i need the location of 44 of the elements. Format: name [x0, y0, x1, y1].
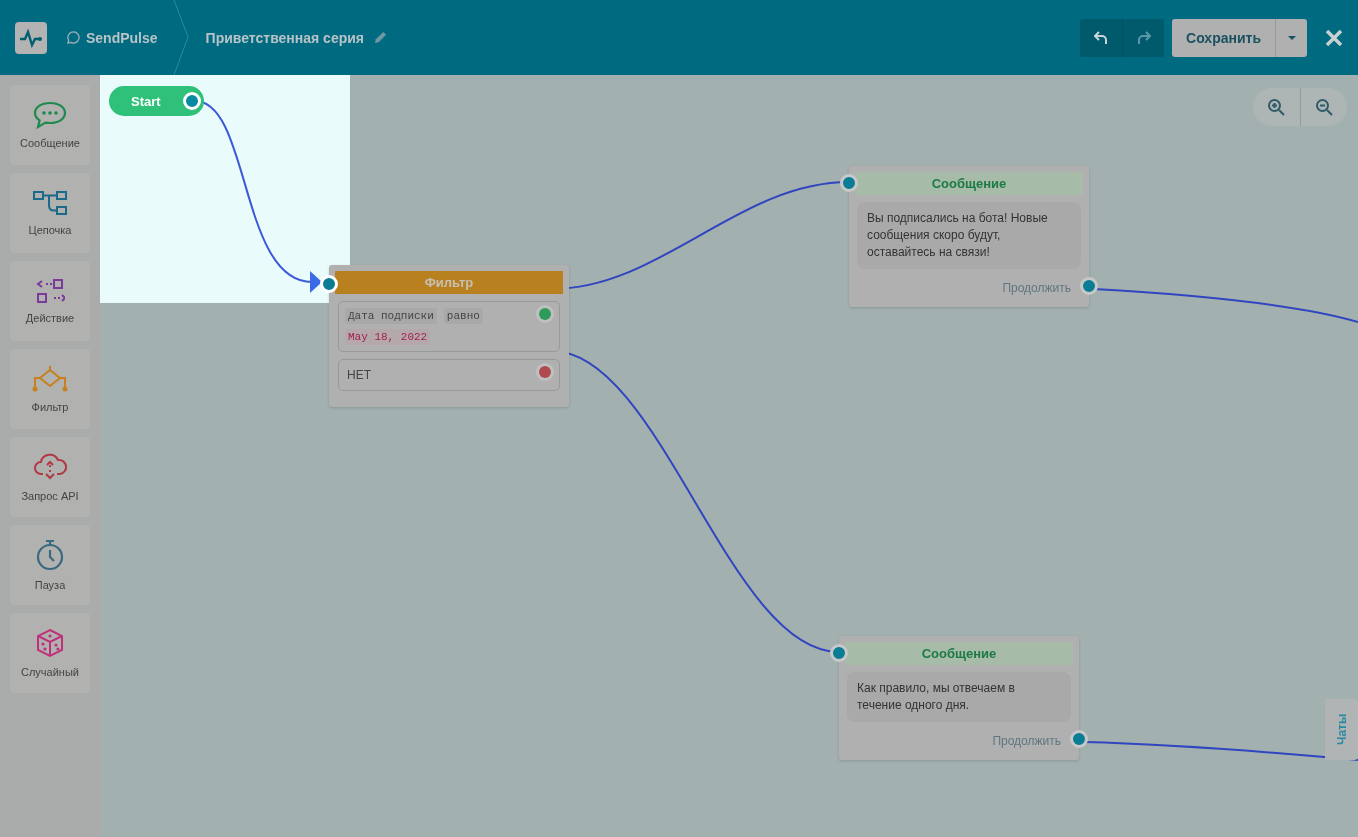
- condition-tag: равно: [443, 308, 483, 324]
- condition-tag: Дата подписки: [345, 308, 437, 324]
- caret-icon: [1286, 34, 1297, 41]
- close-icon[interactable]: [1325, 28, 1343, 47]
- arrow-icon: [310, 271, 322, 293]
- condition-value: May 18, 2022: [345, 329, 431, 345]
- sidebar-item[interactable]: Сообщение: [10, 85, 90, 165]
- sidebar-item[interactable]: Запрос API: [10, 437, 90, 517]
- node-title: Сообщение: [845, 642, 1073, 665]
- node-title: Сообщение: [855, 172, 1083, 195]
- redo-icon: [1136, 30, 1151, 45]
- logo-icon[interactable]: [15, 21, 47, 54]
- undo-icon: [1094, 30, 1109, 45]
- message-node[interactable]: Сообщение Вы подписались на бота! Новые сообщения скоро будут, оставайтесь на связи! Продолжить: [849, 166, 1089, 307]
- chat-bubble-icon: [32, 101, 68, 129]
- flowchart-icon: [32, 190, 68, 216]
- filter-diamond-icon: [31, 365, 69, 393]
- output-port[interactable]: [1070, 730, 1088, 748]
- pencil-icon[interactable]: [374, 31, 388, 44]
- stopwatch-icon: [35, 539, 65, 571]
- sidebar-item[interactable]: Пауза: [10, 525, 90, 605]
- channel-name[interactable]: SendPulse: [86, 29, 158, 46]
- input-port[interactable]: [840, 174, 858, 192]
- action-arrows-icon: [35, 278, 65, 304]
- sidebar-item[interactable]: Случайный: [10, 613, 90, 693]
- whatsapp-icon: [67, 31, 80, 44]
- output-port[interactable]: [1080, 277, 1098, 295]
- sidebar-item[interactable]: Действие: [10, 261, 90, 341]
- message-node[interactable]: Сообщение Как правило, мы отвечаем в течение одного дня. Продолжить: [839, 636, 1079, 760]
- sidebar-item[interactable]: Цепочка: [10, 173, 90, 253]
- cloud-icon: [33, 452, 67, 482]
- sidebar-item[interactable]: Фильтр: [10, 349, 90, 429]
- message-bubble: Вы подписались на бота! Новые сообщения скоро будут, оставайтесь на связи!: [857, 202, 1081, 269]
- branch-label: НЕТ: [346, 367, 372, 384]
- output-port[interactable]: [539, 366, 551, 378]
- continue-label: Продолжить: [1002, 281, 1071, 295]
- continue-label: Продолжить: [992, 734, 1061, 748]
- node-title: Фильтр: [335, 271, 563, 294]
- flow-title: Приветственная серия: [205, 29, 365, 46]
- message-bubble: Как правило, мы отвечаем в течение одного дня.: [847, 672, 1071, 722]
- filter-node[interactable]: Фильтр Дата подписки равно May 18, 2022 НЕТ: [329, 265, 569, 407]
- output-port[interactable]: [539, 308, 551, 320]
- dice-icon: [35, 628, 65, 658]
- input-port[interactable]: [830, 644, 848, 662]
